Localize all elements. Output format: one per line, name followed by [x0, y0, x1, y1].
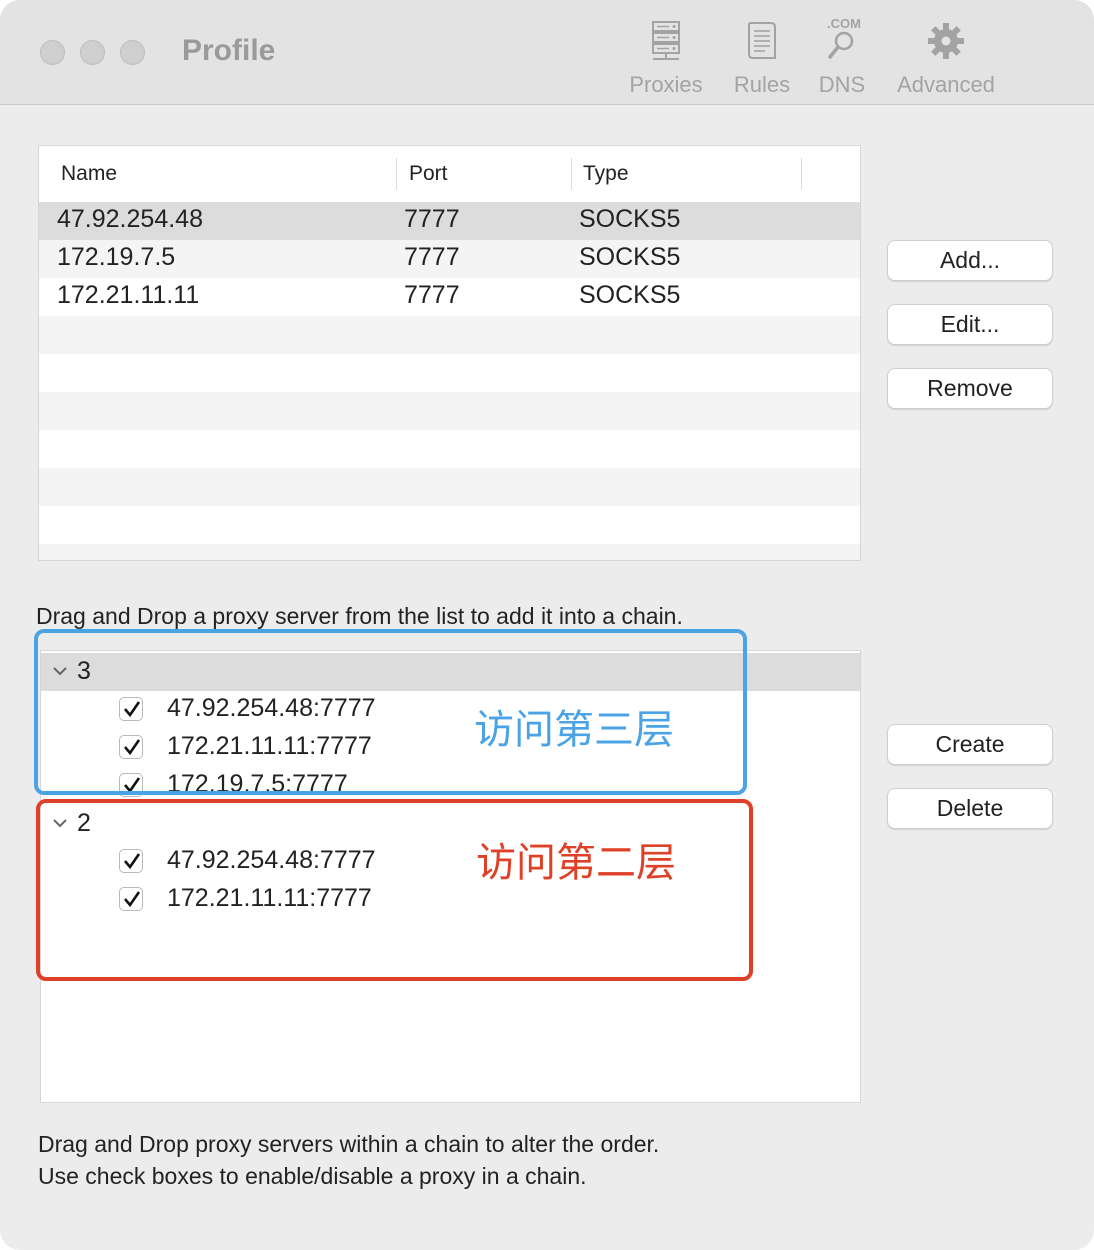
table-row[interactable]: 172.21.11.11 7777 SOCKS5: [39, 278, 860, 316]
empty-table-row: [39, 544, 860, 560]
proxy-name-cell: 47.92.254.48: [57, 205, 203, 233]
annotation-label-second-layer: 访问第二层: [476, 840, 676, 886]
column-header-port[interactable]: Port: [409, 146, 448, 202]
empty-table-row: [39, 468, 860, 506]
empty-table-row: [39, 506, 860, 544]
proxy-type-cell: SOCKS5: [579, 243, 681, 271]
annotation-label-third-layer: 访问第三层: [474, 707, 674, 753]
toolbar-rules[interactable]: Rules: [731, 18, 793, 98]
proxy-name-cell: 172.19.7.5: [57, 243, 176, 271]
toolbar-advanced-label: Advanced: [897, 72, 995, 97]
proxy-port-cell: 7777: [404, 205, 460, 233]
empty-table-row: [39, 316, 860, 354]
table-row[interactable]: 172.19.7.5 7777 SOCKS5: [39, 240, 860, 278]
proxy-port-cell: 7777: [404, 281, 460, 309]
column-divider[interactable]: [396, 158, 397, 190]
empty-table-row: [39, 354, 860, 392]
reorder-hint: Drag and Drop proxy servers within a cha…: [38, 1131, 660, 1157]
proxy-port-cell: 7777: [404, 243, 460, 271]
toolbar-proxies[interactable]: Proxies: [626, 18, 706, 98]
empty-table-row: [39, 430, 860, 468]
proxy-table[interactable]: Name Port Type 47.92.254.48 7777 SOCKS5 …: [38, 145, 861, 561]
column-header-name[interactable]: Name: [61, 146, 117, 202]
toolbar-proxies-label: Proxies: [629, 72, 703, 97]
gear-icon: [925, 18, 967, 64]
column-divider[interactable]: [801, 158, 802, 190]
empty-table-row: [39, 392, 860, 430]
profile-window: Profile Proxies Rules .COM DNS Advanced …: [0, 0, 1094, 1250]
proxy-type-cell: SOCKS5: [579, 281, 681, 309]
annotation-box-second-layer: [36, 799, 753, 981]
column-header-type[interactable]: Type: [583, 146, 629, 202]
server-icon: [649, 18, 683, 64]
checkbox-hint: Use check boxes to enable/disable a prox…: [38, 1163, 587, 1189]
add-proxy-button[interactable]: Add...: [887, 240, 1053, 281]
toolbar-dns[interactable]: .COM DNS: [815, 16, 869, 98]
dns-icon-text: .COM: [827, 16, 861, 31]
rules-document-icon: [745, 18, 779, 64]
toolbar-rules-label: Rules: [733, 72, 791, 97]
table-row[interactable]: 47.92.254.48 7777 SOCKS5: [39, 202, 860, 240]
edit-proxy-button[interactable]: Edit...: [887, 304, 1053, 345]
window-toolbar: Profile Proxies Rules .COM DNS Advanced: [0, 0, 1094, 105]
toolbar-dns-label: DNS: [818, 72, 866, 97]
delete-chain-button[interactable]: Delete: [887, 788, 1053, 829]
dns-search-icon: .COM: [817, 16, 867, 64]
column-divider[interactable]: [571, 158, 572, 190]
window-title: Profile: [182, 34, 276, 67]
toolbar-advanced[interactable]: Advanced: [893, 18, 999, 98]
create-chain-button[interactable]: Create: [887, 724, 1053, 765]
zoom-window-button[interactable]: [120, 40, 145, 65]
close-window-button[interactable]: [40, 40, 65, 65]
drag-to-chain-hint: Drag and Drop a proxy server from the li…: [36, 603, 683, 629]
remove-proxy-button[interactable]: Remove: [887, 368, 1053, 409]
proxy-type-cell: SOCKS5: [579, 205, 681, 233]
proxy-name-cell: 172.21.11.11: [57, 281, 200, 309]
minimize-window-button[interactable]: [80, 40, 105, 65]
